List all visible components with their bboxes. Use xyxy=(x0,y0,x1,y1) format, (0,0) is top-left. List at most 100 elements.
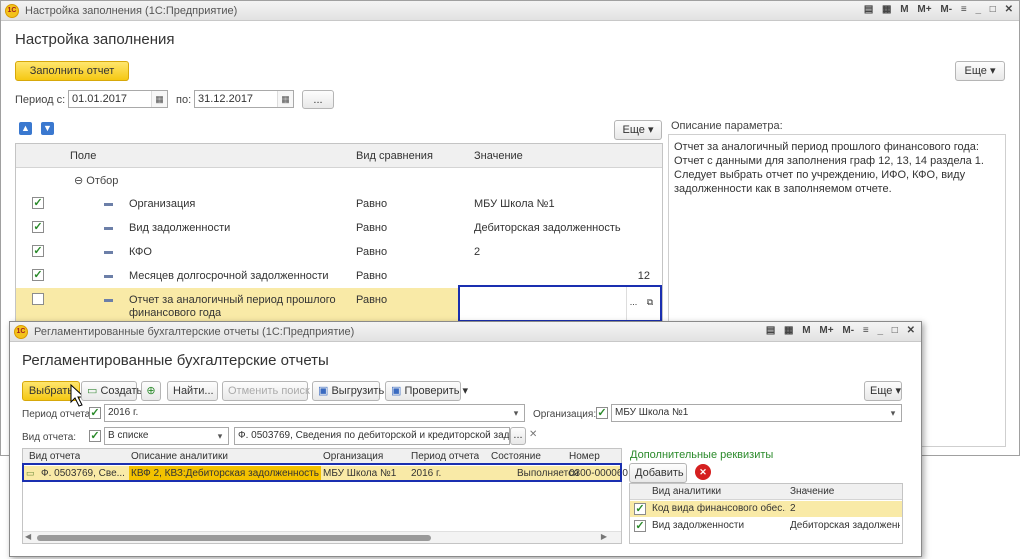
description-label: Описание параметра: xyxy=(671,120,783,132)
extra-table: Вид аналитики Значение ✓ Код вида финанс… xyxy=(629,483,903,544)
table-row[interactable]: ✓ Код вида финансового обес... 2 xyxy=(630,501,902,517)
table-row[interactable]: ✓ Месяцев долгосрочной задолженности Рав… xyxy=(16,264,662,288)
scroll-left-icon[interactable]: ◀ xyxy=(25,532,31,541)
move-down-icon[interactable]: ▼ xyxy=(41,122,54,135)
more-button[interactable]: Еще ▾ xyxy=(955,61,1005,81)
check-button[interactable]: ▣ Проверить ▾ xyxy=(385,381,468,401)
calendar-icon[interactable]: ▦ xyxy=(151,91,167,107)
column-header[interactable]: Значение xyxy=(790,486,834,497)
period-checkbox[interactable]: ✓ xyxy=(89,407,101,419)
table-more-button[interactable]: Еще ▾ xyxy=(614,120,662,140)
dropdown-icon[interactable]: ▾ xyxy=(508,405,524,421)
memory-minus-icon[interactable]: M- xyxy=(940,4,952,15)
memory-icon[interactable]: M xyxy=(900,4,908,15)
memory-plus-icon[interactable]: M+ xyxy=(917,4,931,15)
export-icon: ▣ xyxy=(318,385,329,397)
print-icon[interactable]: ▤ xyxy=(766,325,775,336)
table-row[interactable]: ✓ КФО Равно 2 xyxy=(16,240,662,264)
1c-logo-icon: 1С xyxy=(5,4,19,18)
memory-minus-icon[interactable]: M- xyxy=(842,325,854,336)
checkbox[interactable] xyxy=(32,293,44,305)
add-button[interactable]: Добавить xyxy=(629,463,687,483)
delete-icon[interactable]: ✕ xyxy=(695,464,711,480)
checkbox[interactable]: ✓ xyxy=(32,197,44,209)
page-title: Регламентированные бухгалтерские отчеты xyxy=(22,352,329,369)
close-icon[interactable]: ✕ xyxy=(1005,4,1013,15)
menu-icon[interactable]: ≡ xyxy=(961,4,967,15)
menu-icon[interactable]: ≡ xyxy=(863,325,869,336)
table-row[interactable]: ✓ Вид задолженности Равно Дебиторская за… xyxy=(16,216,662,240)
kind-label: Вид отчета: xyxy=(22,432,77,443)
column-header[interactable]: Вид сравнения xyxy=(356,150,433,162)
column-header[interactable]: Организация xyxy=(323,451,383,462)
period-input[interactable]: 2016 г. ▾ xyxy=(104,404,525,422)
more-button[interactable]: Еще ▾ xyxy=(864,381,902,401)
period-to-label: по: xyxy=(176,94,192,106)
export-button[interactable]: ▣ Выгрузить xyxy=(312,381,384,401)
table-header: Вид отчета Описание аналитики Организаци… xyxy=(23,449,621,465)
scroll-thumb[interactable] xyxy=(37,535,431,541)
maximize-icon[interactable]: □ xyxy=(892,325,898,336)
minus-icon xyxy=(104,251,113,254)
period-from-input[interactable]: 01.01.2017 ▦ xyxy=(68,90,168,108)
table-header: Поле Вид сравнения Значение xyxy=(16,144,662,168)
close-icon[interactable]: ✕ xyxy=(907,325,915,336)
calendar-icon[interactable]: ▦ xyxy=(784,325,793,336)
minimize-icon[interactable]: _ xyxy=(877,325,883,336)
horizontal-scrollbar[interactable]: ◀ ▶ xyxy=(23,531,621,543)
clear-icon[interactable]: ✕ xyxy=(529,429,537,440)
checkbox[interactable]: ✓ xyxy=(32,221,44,233)
find-button[interactable]: Найти... xyxy=(167,381,218,401)
column-header[interactable]: Вид отчета xyxy=(29,451,80,462)
column-header[interactable]: Значение xyxy=(474,150,523,162)
table-row[interactable]: ✓ Организация Равно МБУ Школа №1 xyxy=(16,192,662,216)
more-label: Еще xyxy=(964,65,987,77)
reports-titlebar: 1С Регламентированные бухгалтерские отче… xyxy=(10,322,921,342)
column-header[interactable]: Описание аналитики xyxy=(131,451,228,462)
kind-condition-select[interactable]: В списке ▾ xyxy=(104,427,229,445)
dropdown-icon[interactable]: ▾ xyxy=(885,405,901,421)
print-icon[interactable]: ▤ xyxy=(864,4,873,15)
checkbox[interactable]: ✓ xyxy=(32,245,44,257)
kind-checkbox[interactable]: ✓ xyxy=(89,430,101,442)
reports-table: Вид отчета Описание аналитики Организаци… xyxy=(22,448,628,544)
move-up-icon[interactable]: ▲ xyxy=(19,122,32,135)
checkbox[interactable]: ✓ xyxy=(634,503,646,515)
column-header[interactable]: Период отчета xyxy=(411,451,479,462)
create-button[interactable]: ▭ Создать xyxy=(81,381,142,401)
extra-title: Дополнительные реквизиты xyxy=(630,449,774,461)
period-to-input[interactable]: 31.12.2017 ▦ xyxy=(194,90,294,108)
scroll-right-icon[interactable]: ▶ xyxy=(601,532,607,541)
column-header[interactable]: Поле xyxy=(70,150,96,162)
calendar-icon[interactable]: ▦ xyxy=(277,91,293,107)
org-input[interactable]: МБУ Школа №1 ▾ xyxy=(611,404,902,422)
minus-icon xyxy=(104,227,113,230)
minimize-icon[interactable]: _ xyxy=(975,4,981,15)
org-label: Организация: xyxy=(533,409,597,420)
memory-icon[interactable]: M xyxy=(802,325,810,336)
minus-icon xyxy=(104,275,113,278)
period-label: Период отчета: xyxy=(22,409,94,420)
filter-table: Поле Вид сравнения Значение ⊖ Отбор ✓ Ор… xyxy=(15,143,663,328)
column-header[interactable]: Состояние xyxy=(491,451,541,462)
kind-input[interactable]: Ф. 0503769, Сведения по дебиторской и кр… xyxy=(234,427,510,445)
period-select-button[interactable]: ... xyxy=(302,90,334,109)
fill-report-button[interactable]: Заполнить отчет xyxy=(15,61,129,81)
group-row[interactable]: ⊖ Отбор xyxy=(74,174,118,187)
checkbox[interactable]: ✓ xyxy=(32,269,44,281)
cancel-search-button[interactable]: Отменить поиск xyxy=(222,381,310,401)
kind-select-button[interactable]: ... xyxy=(510,427,526,445)
dropdown-icon[interactable]: ▾ xyxy=(212,428,228,444)
copy-button[interactable]: ⊕ xyxy=(141,381,161,401)
table-row[interactable]: ✓ Вид задолженности Дебиторская задолжен… xyxy=(630,518,902,534)
memory-plus-icon[interactable]: M+ xyxy=(819,325,833,336)
column-header[interactable]: Вид аналитики xyxy=(652,486,721,497)
minus-icon xyxy=(104,299,113,302)
1c-logo-icon: 1С xyxy=(14,325,28,339)
checkbox[interactable]: ✓ xyxy=(634,520,646,532)
column-header[interactable]: Номер xyxy=(569,451,600,462)
calendar-icon[interactable]: ▦ xyxy=(882,4,891,15)
org-checkbox[interactable]: ✓ xyxy=(596,407,608,419)
table-row-selected[interactable]: ▭ Ф. 0503769, Све... КВФ 2, КВЗ:Дебиторс… xyxy=(23,466,628,482)
maximize-icon[interactable]: □ xyxy=(990,4,996,15)
